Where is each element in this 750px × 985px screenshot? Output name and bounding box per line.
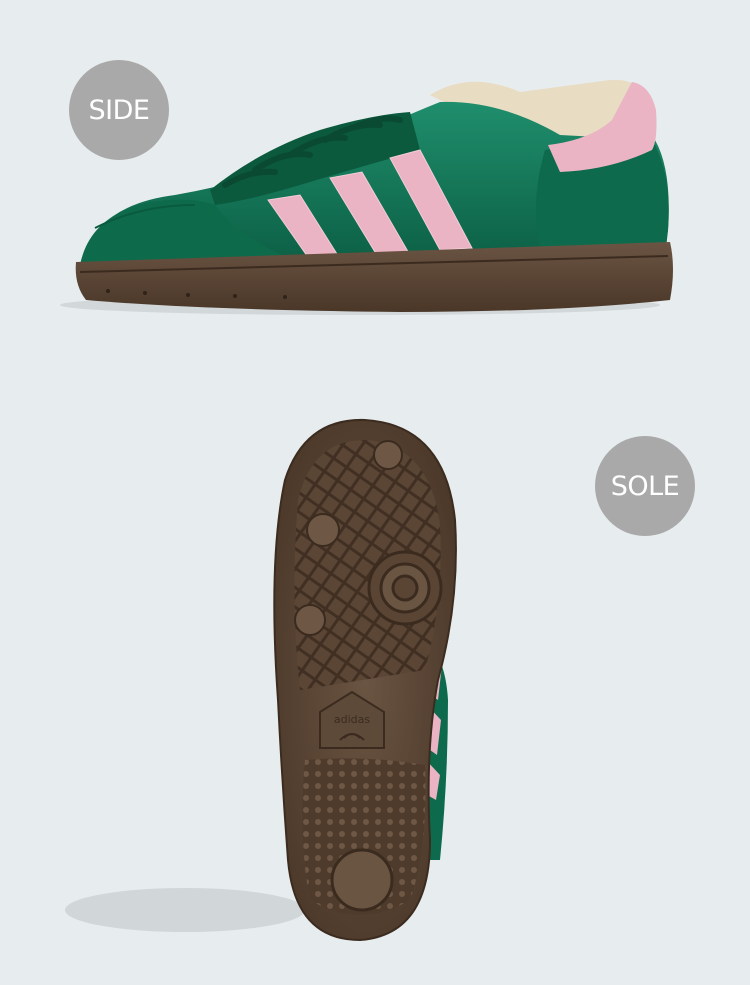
sole-logo-text: adidas [334,713,371,726]
sole-label-badge: SOLE [595,436,695,536]
side-label-badge: SIDE [69,60,169,160]
pivot-circle [367,550,443,626]
